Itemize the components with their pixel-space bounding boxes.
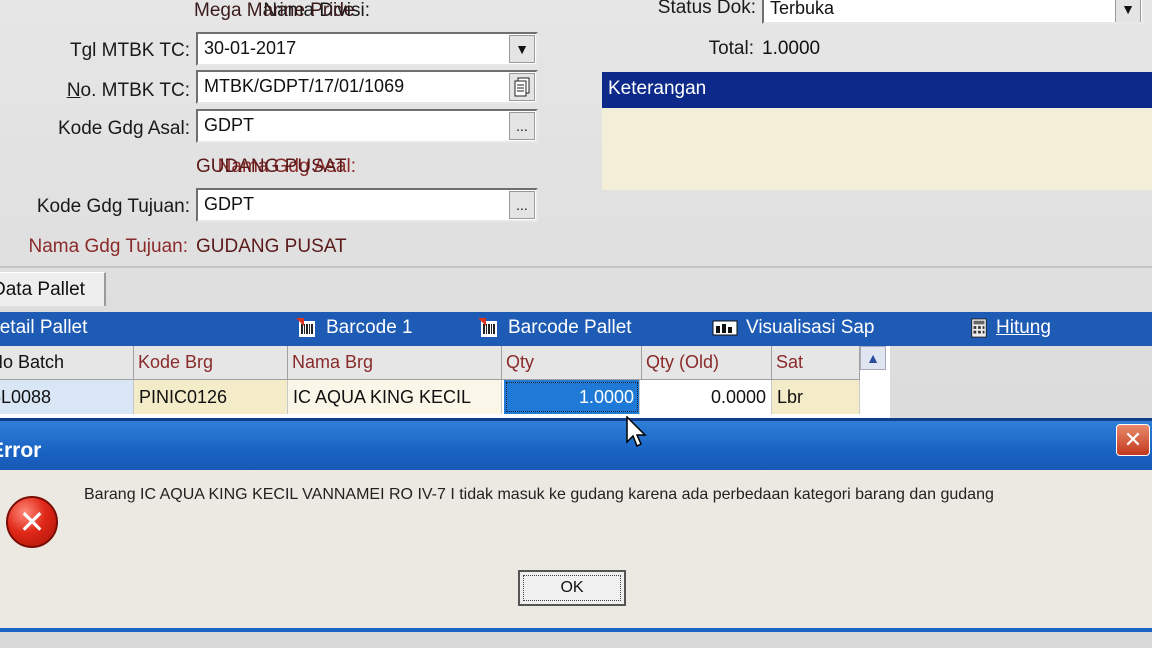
cell-kode-brg[interactable]: PINIC0126 [134,380,288,414]
keterangan-header: Keterangan [602,72,1152,108]
total-value: 1.0000 [762,38,821,59]
cell-sat[interactable]: Lbr [772,380,860,414]
error-message: Barang IC AQUA KING KECIL VANNAMEI RO IV… [84,486,994,503]
no-mtbk-label-underlined: N [66,80,81,101]
nama-gdg-asal-value: GUDANG PUSAT [196,156,347,177]
detail-pallet-title: Detail Pallet [0,317,88,338]
status-dok-value: Terbuka [770,0,835,18]
visualisasi-sap-button[interactable]: Visualisasi Sap [712,317,875,339]
detail-toolbar: Detail Pallet Barcode 1 Barcode Pallet V… [0,312,1152,346]
tgl-mtbk-label: Tgl MTBK TC: [70,40,190,61]
col-header-sat[interactable]: Sat [772,346,860,380]
kode-gdg-asal-value: GDPT [204,115,255,135]
status-dok-label: Status Dok: [657,0,756,18]
dropdown-icon[interactable]: ▼ [509,35,535,63]
browse-icon[interactable]: ... [509,112,535,140]
cell-qty-selected[interactable]: 1.0000 [504,380,640,414]
col-header-no-batch[interactable]: No Batch [0,346,134,380]
error-dialog-title: Error [0,439,42,462]
total-label: Total: [708,38,754,59]
kode-gdg-asal-label: Kode Gdg Asal: [57,118,190,139]
col-header-nama-brg[interactable]: Nama Brg [288,346,502,380]
no-mtbk-value: MTBK/GDPT/17/01/1069 [204,76,405,96]
tab-data-pallet[interactable]: Data Pallet [0,272,106,306]
tgl-mtbk-value: 30-01-2017 [204,38,297,58]
cell-nama-brg[interactable]: IC AQUA KING KECIL [288,380,502,414]
hitung-label: Hitung [996,317,1051,338]
nama-gdg-tujuan-label: Nama Gdg Tujuan: [28,236,188,257]
barcode-icon [478,318,497,337]
col-header-kode-brg[interactable]: Kode Brg [134,346,288,380]
status-dok-field[interactable]: Terbuka ▼ [762,0,1144,24]
nama-divisi-value: Mega Marine Pride [194,0,355,21]
tgl-mtbk-field[interactable]: 30-01-2017 ▼ [196,32,538,66]
cell-no-batch[interactable]: 6L0088 [0,380,134,414]
no-mtbk-field[interactable]: MTBK/GDPT/17/01/1069 [196,70,538,104]
document-icon[interactable] [509,73,535,101]
barcode-pallet-button[interactable]: Barcode Pallet [478,317,632,339]
detail-grid: No Batch Kode Brg Nama Brg Qty Qty (Old)… [0,346,890,418]
kode-gdg-tujuan-field[interactable]: GDPT ... [196,188,538,222]
nama-gdg-tujuan-value: GUDANG PUSAT [196,236,347,257]
calculator-icon [971,318,987,338]
error-icon: ✕ [6,496,58,548]
close-icon[interactable]: ✕ [1116,424,1150,456]
ok-button[interactable]: OK [518,570,626,606]
no-mtbk-label-rest: o. MTBK TC: [80,80,190,101]
mouse-cursor-icon [626,416,647,448]
barcode1-button[interactable]: Barcode 1 [296,317,413,339]
visualisasi-sap-label: Visualisasi Sap [746,317,875,338]
visualisasi-icon [712,320,738,336]
scroll-up-icon[interactable]: ▲ [860,346,886,370]
kode-gdg-tujuan-value: GDPT [204,194,255,214]
cell-qty-old[interactable]: 0.0000 [642,380,772,414]
col-header-qty[interactable]: Qty [502,346,642,380]
kode-gdg-tujuan-label: Kode Gdg Tujuan: [36,196,190,217]
col-header-qty-old[interactable]: Qty (Old) [642,346,772,380]
kode-gdg-asal-field[interactable]: GDPT ... [196,109,538,143]
barcode-icon [296,318,315,337]
application-window: Nama Divisi: Mega Marine Pride Tgl MTBK … [0,0,1152,648]
hitung-button[interactable]: Hitung [970,317,1051,339]
keterangan-textarea[interactable] [602,108,1152,190]
no-mtbk-label: No. MTBK TC: [67,80,190,102]
barcode-pallet-label: Barcode Pallet [508,317,632,338]
section-divider [0,266,1152,268]
browse-icon[interactable]: ... [509,191,535,219]
error-dialog-titlebar[interactable]: Error [0,418,1152,470]
barcode1-label: Barcode 1 [326,317,413,338]
bottom-strip [0,632,1152,648]
dropdown-icon[interactable]: ▼ [1115,0,1141,22]
